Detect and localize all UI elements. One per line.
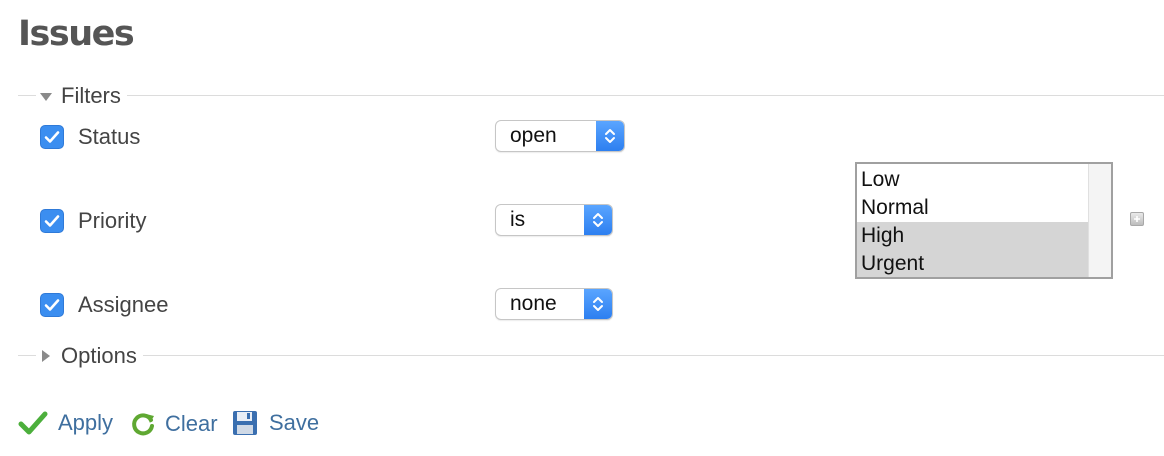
collapse-triangle-icon bbox=[40, 93, 52, 101]
save-label: Save bbox=[269, 410, 320, 435]
status-checkbox[interactable] bbox=[40, 125, 64, 149]
plus-icon[interactable] bbox=[1130, 212, 1144, 226]
check-icon bbox=[44, 215, 60, 227]
priority-operator-select[interactable]: is bbox=[495, 204, 613, 236]
check-icon bbox=[44, 131, 60, 143]
assignee-operator-value: none bbox=[510, 292, 557, 315]
priority-option-high[interactable]: High bbox=[857, 222, 1089, 250]
priority-values-listbox[interactable]: Low Normal High Urgent bbox=[855, 162, 1113, 279]
apply-link[interactable]: Apply bbox=[18, 410, 113, 436]
options-divider bbox=[18, 355, 1164, 356]
options-legend-toggle[interactable]: Options bbox=[36, 343, 143, 369]
filter-row-priority: Priority bbox=[40, 208, 146, 234]
status-label: Status bbox=[78, 124, 141, 149]
assignee-operator-select[interactable]: none bbox=[495, 288, 613, 320]
priority-option-urgent[interactable]: Urgent bbox=[857, 250, 1089, 277]
save-link[interactable]: Save bbox=[232, 410, 319, 436]
updown-chevron-icon bbox=[584, 289, 612, 319]
filters-legend-toggle[interactable]: Filters bbox=[36, 83, 127, 109]
assignee-checkbox[interactable] bbox=[40, 293, 64, 317]
priority-option-normal[interactable]: Normal bbox=[857, 194, 1089, 222]
page-title: Issues bbox=[18, 14, 135, 54]
status-operator-select[interactable]: open bbox=[495, 120, 625, 152]
expand-triangle-icon bbox=[42, 350, 50, 362]
clear-link[interactable]: Clear bbox=[129, 410, 218, 438]
priority-options-list: Low Normal High Urgent bbox=[857, 164, 1089, 277]
updown-chevron-icon bbox=[596, 121, 624, 151]
priority-operator-value: is bbox=[510, 208, 526, 231]
check-icon bbox=[44, 299, 60, 311]
filter-row-status: Status bbox=[40, 124, 140, 150]
filters-divider bbox=[18, 95, 1164, 96]
priority-option-low[interactable]: Low bbox=[857, 166, 1089, 194]
floppy-disk-icon bbox=[232, 410, 258, 436]
priority-label: Priority bbox=[78, 208, 147, 233]
reload-icon bbox=[129, 410, 157, 438]
priority-checkbox[interactable] bbox=[40, 209, 64, 233]
options-legend-label: Options bbox=[61, 343, 137, 368]
checkmark-icon bbox=[18, 410, 48, 436]
assignee-label: Assignee bbox=[78, 292, 169, 317]
filter-row-assignee: Assignee bbox=[40, 292, 169, 318]
apply-label: Apply bbox=[58, 410, 114, 435]
filters-legend-label: Filters bbox=[61, 83, 121, 108]
clear-label: Clear bbox=[165, 411, 218, 436]
listbox-scrollbar[interactable] bbox=[1088, 164, 1111, 277]
status-operator-value: open bbox=[510, 124, 557, 147]
updown-chevron-icon bbox=[584, 205, 612, 235]
